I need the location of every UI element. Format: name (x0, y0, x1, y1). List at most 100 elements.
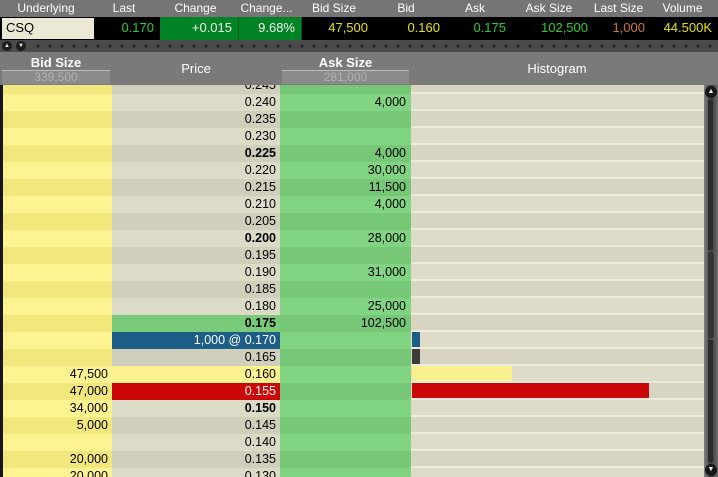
scroll-up-icon[interactable]: ▲ (705, 86, 717, 98)
ladder-row[interactable]: 0.195 (3, 247, 718, 264)
bid-size-cell[interactable] (3, 145, 112, 162)
bid-size-cell[interactable]: 47,000 (3, 383, 112, 400)
ladder-row[interactable]: 34,000 0.150 (3, 400, 718, 417)
scrollbar-thumb[interactable] (707, 250, 715, 340)
ladder-row[interactable]: 0.165 (3, 349, 718, 366)
ask-size-cell[interactable]: 30,000 (280, 162, 411, 179)
ladder-row-best-bid[interactable]: 47,500 0.160 (3, 366, 718, 383)
price-cell[interactable]: 0.220 (112, 162, 280, 179)
bid-size-cell[interactable] (3, 230, 112, 247)
column-header-bid-size[interactable]: Bid Size (0, 55, 112, 70)
ladder-row[interactable]: 0.185 (3, 281, 718, 298)
ask-size-cell[interactable] (280, 417, 411, 434)
ladder-row[interactable]: 0.230 (3, 128, 718, 145)
bid-size-cell[interactable]: 5,000 (3, 417, 112, 434)
bid-size-cell[interactable] (3, 264, 112, 281)
price-cell[interactable]: 0.175 (112, 315, 280, 332)
column-header-histogram[interactable]: Histogram (411, 61, 703, 76)
price-cell[interactable]: 0.230 (112, 128, 280, 145)
bid-size-cell[interactable] (3, 434, 112, 451)
bid-size-cell[interactable] (3, 213, 112, 230)
ask-size-cell[interactable] (280, 85, 411, 94)
scroll-down-icon[interactable]: ▼ (705, 464, 717, 476)
ask-size-cell[interactable]: 28,000 (280, 230, 411, 247)
bid-size-cell[interactable]: 34,000 (3, 400, 112, 417)
price-cell[interactable]: 0.135 (112, 451, 280, 468)
ladder-row[interactable]: 0.215 11,500 (3, 179, 718, 196)
ladder-row[interactable]: 0.180 25,000 (3, 298, 718, 315)
ladder-row[interactable]: 20,000 0.130 (3, 468, 718, 477)
last-trade-cell[interactable]: 1,000 @ 0.170 (112, 332, 280, 349)
ask-size-cell[interactable]: 4,000 (280, 94, 411, 111)
ask-size-cell[interactable]: 11,500 (280, 179, 411, 196)
ask-size-cell[interactable] (280, 366, 411, 383)
ask-size-cell[interactable]: 102,500 (280, 315, 411, 332)
column-header-price[interactable]: Price (112, 61, 280, 76)
bid-size-cell[interactable] (3, 315, 112, 332)
quote-row[interactable]: CSQ 0.170 +0.015 9.68% 47,500 0.160 0.17… (0, 17, 718, 40)
ladder-row[interactable]: 0.245 (3, 85, 718, 94)
bid-size-cell[interactable] (3, 332, 112, 349)
price-cell[interactable]: 0.140 (112, 434, 280, 451)
ladder-row[interactable]: 0.205 (3, 213, 718, 230)
price-cell[interactable]: 0.130 (112, 468, 280, 477)
ladder-row[interactable]: 0.140 (3, 434, 718, 451)
ask-size-cell[interactable]: 4,000 (280, 196, 411, 213)
bid-size-cell[interactable] (3, 281, 112, 298)
bid-size-cell[interactable] (3, 111, 112, 128)
bid-size-cell[interactable] (3, 196, 112, 213)
ask-size-cell[interactable] (280, 128, 411, 145)
vertical-scrollbar[interactable]: ▲ ▼ (704, 85, 718, 477)
price-cell[interactable]: 0.245 (112, 85, 280, 94)
ladder-row-sell-order[interactable]: 47,000 0.155 (3, 383, 718, 400)
ladder-row[interactable]: 0.190 31,000 (3, 264, 718, 281)
ask-size-cell[interactable] (280, 451, 411, 468)
ladder-row[interactable]: 0.225 4,000 (3, 145, 718, 162)
bid-size-cell[interactable] (3, 298, 112, 315)
ask-size-cell[interactable] (280, 213, 411, 230)
price-cell[interactable]: 0.195 (112, 247, 280, 264)
price-cell[interactable]: 0.165 (112, 349, 280, 366)
bid-size-cell[interactable] (3, 162, 112, 179)
ask-size-cell[interactable] (280, 468, 411, 477)
column-header-ask-size[interactable]: Ask Size (280, 55, 411, 70)
ask-size-cell[interactable] (280, 111, 411, 128)
price-cell[interactable]: 0.185 (112, 281, 280, 298)
ask-size-cell[interactable]: 31,000 (280, 264, 411, 281)
ladder-row[interactable]: 0.220 30,000 (3, 162, 718, 179)
price-cell[interactable]: 0.200 (112, 230, 280, 247)
price-cell[interactable]: 0.210 (112, 196, 280, 213)
bid-size-cell[interactable]: 20,000 (3, 451, 112, 468)
price-cell[interactable]: 0.180 (112, 298, 280, 315)
ask-size-cell[interactable] (280, 349, 411, 366)
ladder-row[interactable]: 0.210 4,000 (3, 196, 718, 213)
ask-size-cell[interactable] (280, 247, 411, 264)
bid-size-cell[interactable] (3, 128, 112, 145)
ladder-row[interactable]: 5,000 0.145 (3, 417, 718, 434)
price-cell[interactable]: 0.155 (112, 383, 280, 400)
ask-size-cell[interactable] (280, 332, 411, 349)
price-cell[interactable]: 0.235 (112, 111, 280, 128)
bid-size-cell[interactable] (3, 349, 112, 366)
price-cell[interactable]: 0.205 (112, 213, 280, 230)
bid-size-cell[interactable] (3, 85, 112, 94)
price-cell[interactable]: 0.150 (112, 400, 280, 417)
ask-size-cell[interactable]: 4,000 (280, 145, 411, 162)
price-cell[interactable]: 0.190 (112, 264, 280, 281)
price-cell[interactable]: 0.225 (112, 145, 280, 162)
ladder-row-best-ask[interactable]: 0.175 102,500 (3, 315, 718, 332)
ladder-row[interactable]: 0.240 4,000 (3, 94, 718, 111)
ask-size-cell[interactable]: 25,000 (280, 298, 411, 315)
ladder-row-last-trade[interactable]: 1,000 @ 0.170 (3, 332, 718, 349)
ask-size-cell[interactable] (280, 434, 411, 451)
bid-size-cell[interactable] (3, 179, 112, 196)
ask-size-cell[interactable] (280, 400, 411, 417)
collapse-up-button[interactable]: ▲ (2, 41, 12, 51)
price-cell[interactable]: 0.215 (112, 179, 280, 196)
panel-divider[interactable]: ▲ ▼ (0, 40, 718, 52)
price-cell[interactable]: 0.145 (112, 417, 280, 434)
price-cell[interactable]: 0.240 (112, 94, 280, 111)
ask-size-cell[interactable] (280, 383, 411, 400)
ladder-row[interactable]: 0.200 28,000 (3, 230, 718, 247)
ask-size-cell[interactable] (280, 281, 411, 298)
